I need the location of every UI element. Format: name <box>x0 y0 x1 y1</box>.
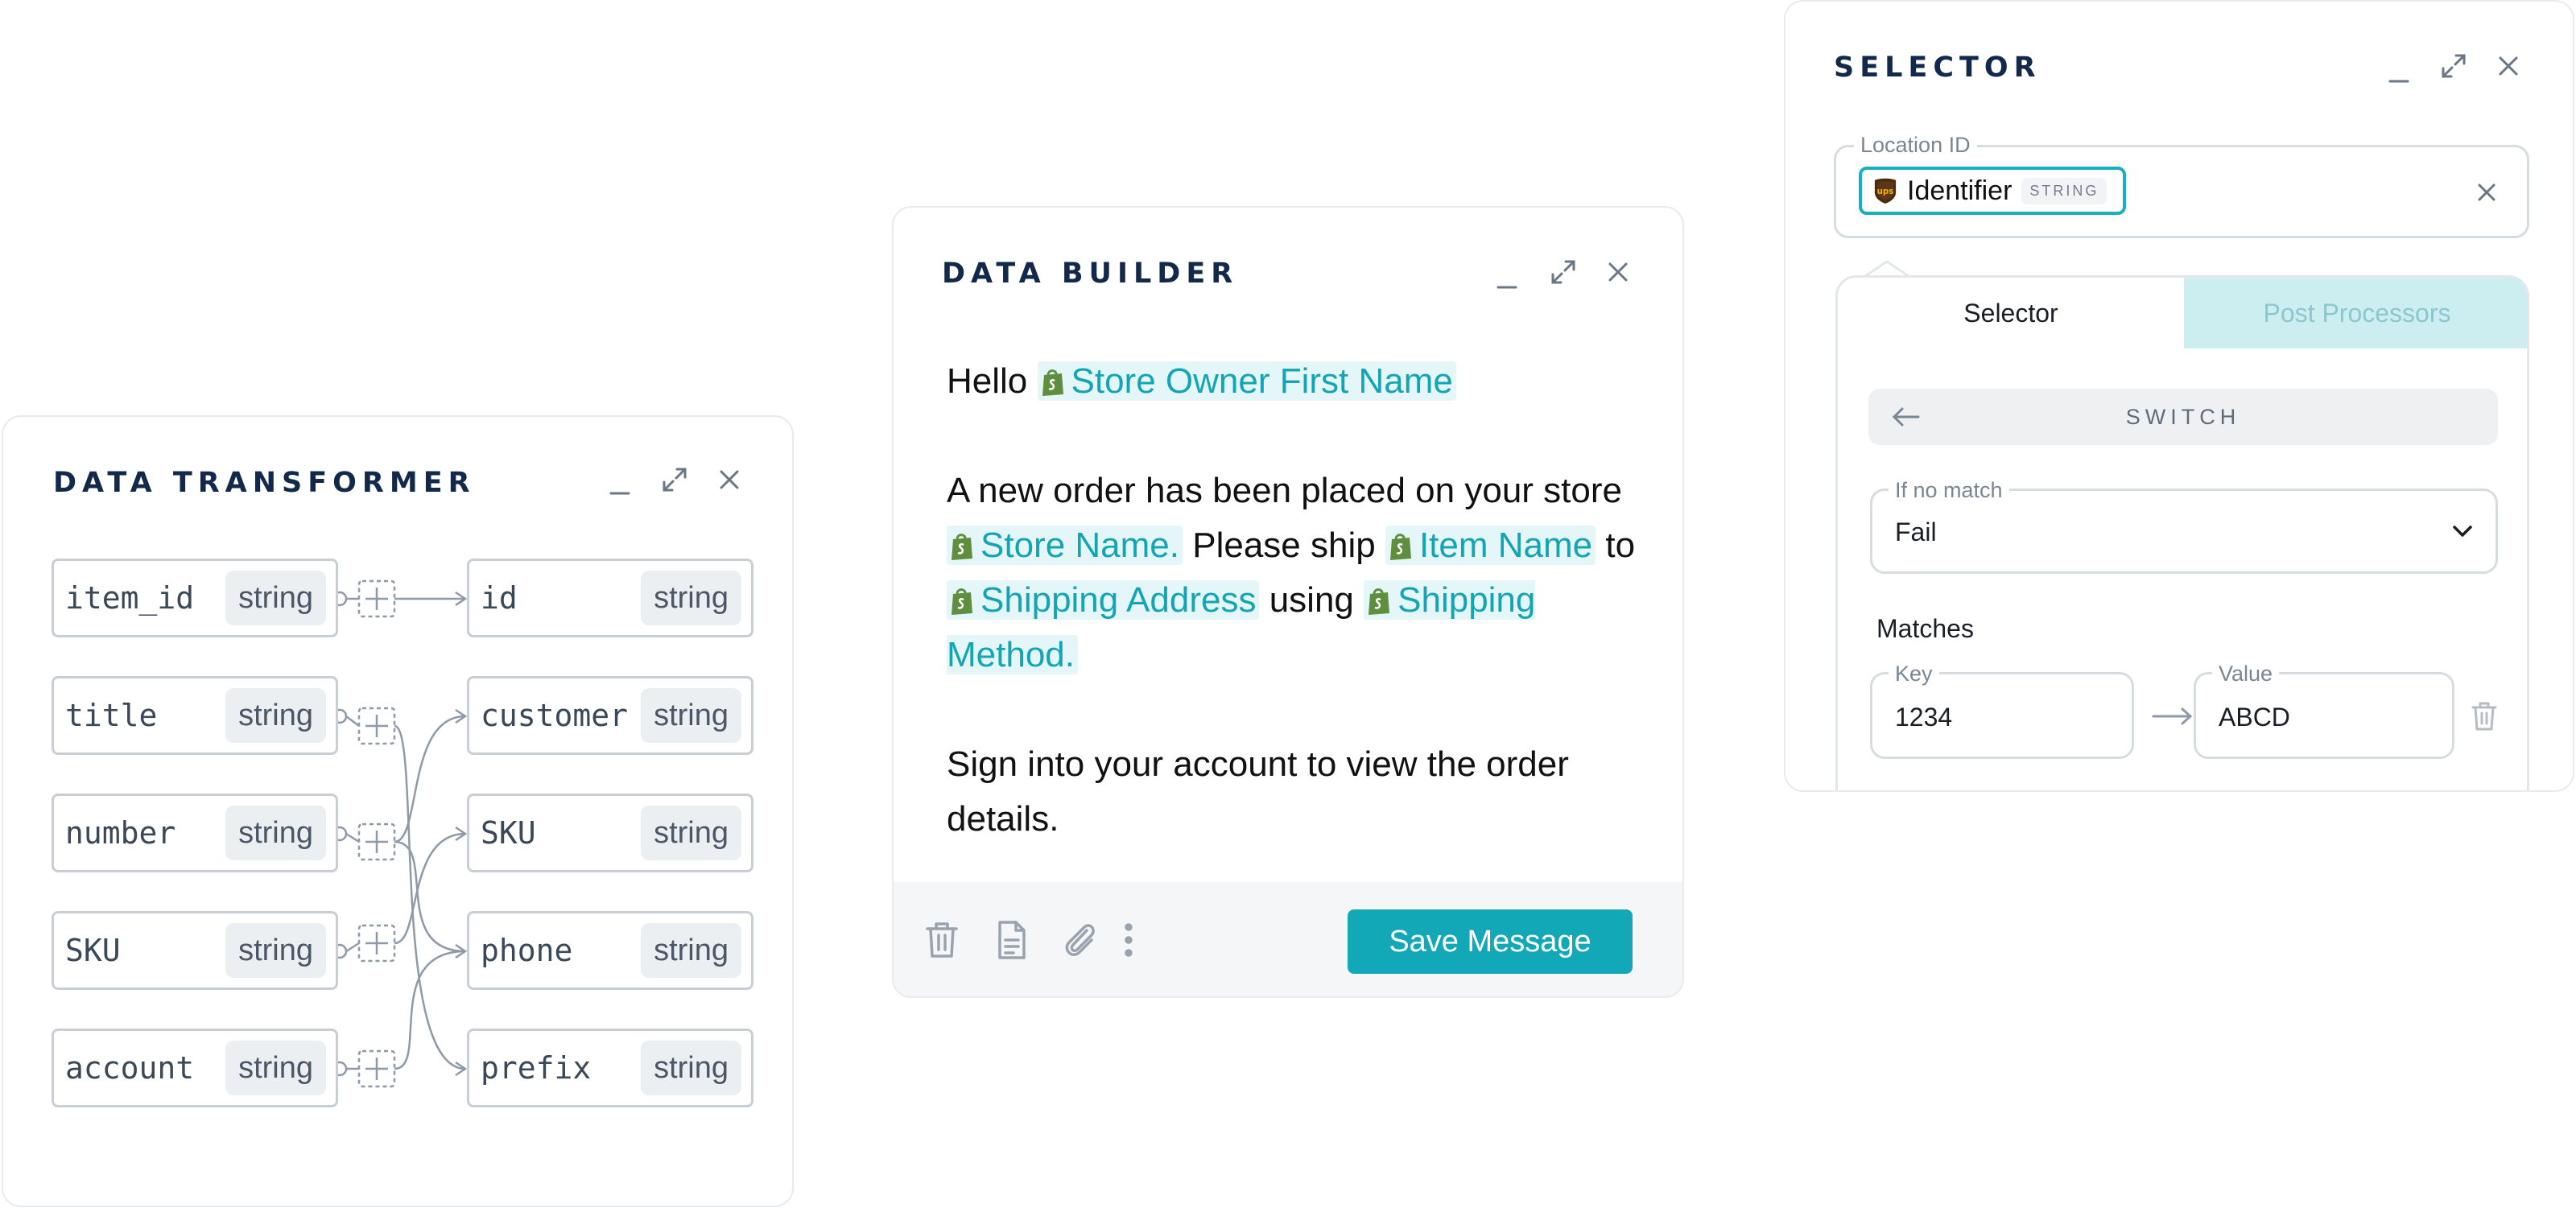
shopify-icon <box>952 588 972 615</box>
field-type-badge: string <box>641 806 741 860</box>
minimize-icon[interactable] <box>1489 261 1525 296</box>
trash-icon[interactable] <box>2471 701 2498 732</box>
message-text: to <box>1605 526 1636 565</box>
field-name: id <box>481 580 518 616</box>
field-name: prefix <box>481 1050 592 1086</box>
expand-icon[interactable] <box>1546 254 1581 290</box>
expand-icon[interactable] <box>2436 48 2471 84</box>
expand-icon[interactable] <box>657 462 692 497</box>
type-badge: STRING <box>2021 177 2107 204</box>
arrow-right-icon <box>2152 707 2193 725</box>
variable-tag[interactable]: Item Name <box>1385 526 1596 565</box>
field-type-badge: string <box>225 688 326 743</box>
message-text: A new order has been placed on your stor… <box>947 471 1622 510</box>
field-type-badge: string <box>225 923 326 978</box>
key-value: 1234 <box>1895 703 1953 732</box>
value-value: ABCD <box>2219 703 2290 732</box>
source-field[interactable]: number string <box>52 794 338 872</box>
message-text: Hello <box>947 361 1028 401</box>
field-label: Location ID <box>1854 133 1977 158</box>
document-icon[interactable] <box>992 919 1030 961</box>
shopify-icon <box>1042 369 1063 396</box>
variable-tag[interactable]: Store Name. <box>947 526 1183 565</box>
field-name: number <box>65 815 176 851</box>
field-type-badge: string <box>225 571 326 625</box>
data-transformer-panel: DATA TRANSFORMER item_id string title st… <box>2 415 794 1207</box>
identifier-chip[interactable]: ups Identifier STRING <box>1859 167 2127 215</box>
trash-icon[interactable] <box>923 919 961 961</box>
switch-label: SWITCH <box>2125 405 2241 429</box>
selector-panel: SELECTOR Location ID ups Identifier STRI… <box>1784 0 2574 792</box>
minimize-icon[interactable] <box>2381 55 2417 90</box>
target-field[interactable]: prefix string <box>467 1029 753 1107</box>
save-message-button[interactable]: Save Message <box>1348 909 1633 974</box>
target-field[interactable]: id string <box>467 559 753 637</box>
field-name: customer <box>481 698 629 733</box>
close-icon[interactable] <box>1600 254 1636 290</box>
paperclip-icon[interactable] <box>1061 919 1100 961</box>
field-name: account <box>65 1050 195 1086</box>
field-label: Key <box>1889 662 1939 686</box>
clear-icon[interactable] <box>2469 175 2504 210</box>
panel-title: DATA TRANSFORMER <box>53 467 476 499</box>
variable-tag[interactable]: Shipping Address <box>947 580 1260 620</box>
message-body[interactable]: Hello Store Owner First Name A new order… <box>947 354 1655 847</box>
field-label: Value <box>2212 662 2280 686</box>
ups-logo-icon: ups <box>1874 178 1897 204</box>
message-text: Please ship <box>1192 526 1376 565</box>
more-vertical-icon[interactable] <box>1121 919 1137 961</box>
variable-label: Store Name. <box>980 526 1179 565</box>
variable-label: Item Name <box>1418 526 1593 565</box>
field-name: SKU <box>481 815 536 851</box>
source-field[interactable]: item_id string <box>52 559 338 637</box>
message-text: using <box>1269 580 1354 620</box>
select-value: Fail <box>1895 517 1937 546</box>
target-field[interactable]: phone string <box>467 911 753 990</box>
no-match-select[interactable]: If no match Fail <box>1870 478 2498 574</box>
panel-title: SELECTOR <box>1834 52 2041 84</box>
svg-text:ups: ups <box>1877 187 1894 196</box>
message-text: Sign into your account to view the order… <box>947 744 1569 839</box>
field-name: item_id <box>65 580 195 616</box>
matches-heading: Matches <box>1876 614 1974 643</box>
panel-title: DATA BUILDER <box>942 258 1239 290</box>
source-field[interactable]: title string <box>52 676 338 755</box>
key-input[interactable]: Key 1234 <box>1870 662 2134 759</box>
field-type-badge: string <box>641 1041 741 1095</box>
target-field[interactable]: SKU string <box>467 794 753 872</box>
chevron-down-icon <box>2453 526 2472 537</box>
field-name: title <box>65 698 158 733</box>
data-builder-panel: DATA BUILDER Hello Store Owner First Nam… <box>892 206 1684 998</box>
source-field[interactable]: account string <box>52 1029 338 1107</box>
variable-label: Store Owner First Name <box>1071 361 1453 401</box>
shopify-icon <box>1389 534 1411 560</box>
variable-label: Shipping Address <box>980 580 1257 620</box>
switch-header: SWITCH <box>1868 389 2498 445</box>
field-name: phone <box>481 933 573 968</box>
tab-selector[interactable]: Selector <box>1838 278 2184 348</box>
message-toolbar: Save Message <box>894 882 1682 996</box>
tab-post-processors[interactable]: Post Processors <box>2184 278 2527 348</box>
field-type-badge: string <box>225 806 326 860</box>
minimize-icon[interactable] <box>602 467 638 502</box>
field-type-badge: string <box>641 923 741 978</box>
close-icon[interactable] <box>2491 48 2526 84</box>
value-input[interactable]: Value ABCD <box>2194 662 2454 759</box>
field-type-badge: string <box>225 1041 326 1095</box>
field-name: SKU <box>65 933 121 968</box>
field-type-badge: string <box>641 688 741 743</box>
chip-label: Identifier <box>1907 175 2013 206</box>
variable-tag[interactable]: Store Owner First Name <box>1037 361 1456 401</box>
source-field[interactable]: SKU string <box>52 911 338 990</box>
shopify-icon <box>1368 588 1390 615</box>
location-id-field[interactable]: Location ID ups Identifier STRING <box>1834 133 2529 238</box>
field-label: If no match <box>1889 478 2009 503</box>
selector-card: Selector Post Processors SWITCH If no ma… <box>1835 275 2529 790</box>
close-icon[interactable] <box>712 462 747 497</box>
target-field[interactable]: customer string <box>467 676 753 755</box>
shopify-icon <box>952 534 972 560</box>
field-type-badge: string <box>641 571 741 625</box>
